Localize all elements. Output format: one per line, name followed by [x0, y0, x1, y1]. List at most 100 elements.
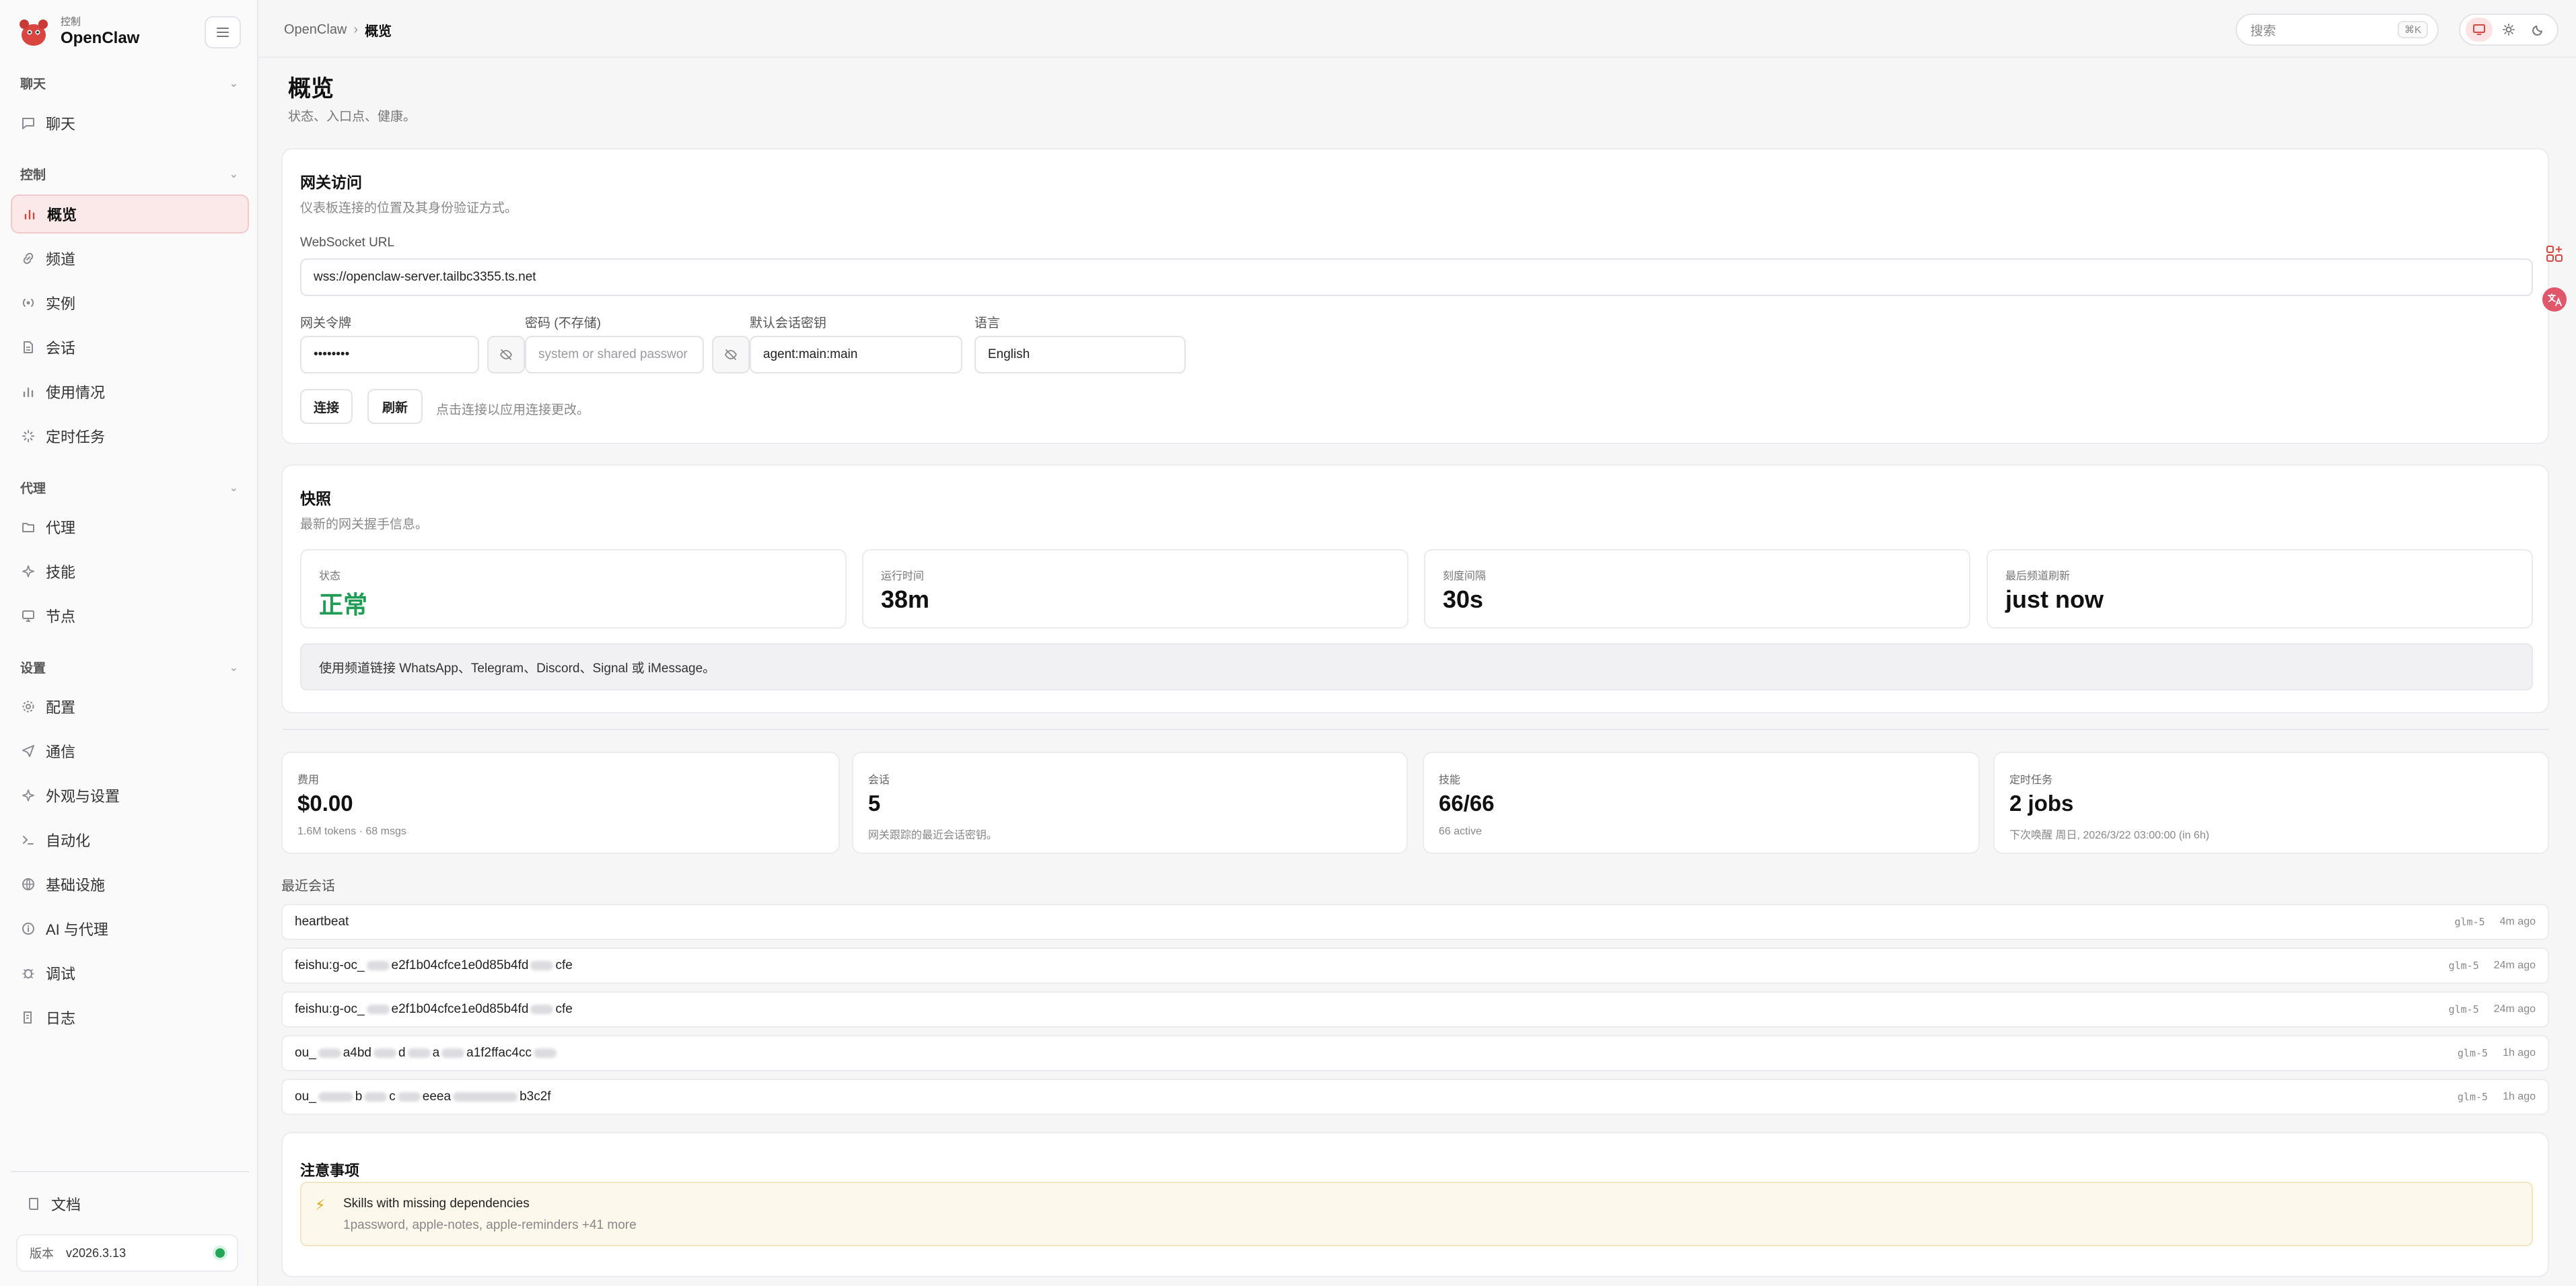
- stat-value: 38m: [881, 585, 930, 613]
- sidebar-divider: [11, 1171, 249, 1172]
- session-row[interactable]: feishu:g-oc_ e2f1b04cfce1e0d85b4fd cfe glm…: [281, 948, 2549, 984]
- sidebar-item-skills[interactable]: 技能: [11, 552, 249, 591]
- sidebar-item-infrastructure[interactable]: 基础设施: [11, 865, 249, 904]
- session-row[interactable]: ou_ a4bd d a a1f2ffac4cc glm-5 1h ago: [281, 1035, 2549, 1071]
- session-key-label: 默认会话密钥: [750, 316, 827, 330]
- metric-cron-jobs: 定时任务 2 jobs 下次唤醒 周日, 2026/3/22 03:00:00 …: [1993, 752, 2549, 854]
- card-description: 最新的网关握手信息。: [300, 517, 429, 532]
- card-title: 注意事项: [300, 1162, 360, 1179]
- bar-chart-icon: [22, 206, 38, 222]
- stat-label: 刻度间隔: [1443, 571, 1487, 582]
- sidebar-item-channels[interactable]: 频道: [11, 239, 249, 278]
- session-time: 24m ago: [2493, 960, 2536, 971]
- globe-icon: [20, 876, 36, 892]
- sidebar-item-label: 通信: [46, 744, 76, 760]
- stat-label: 最后频道刷新: [2005, 571, 2071, 582]
- language-label: 语言: [974, 316, 1001, 330]
- snapshot-card: 快照 最新的网关握手信息。 状态 正常 运行时间 38m 刻度间隔 30s 最后…: [281, 464, 2549, 713]
- warning-title: Skills with missing dependencies: [343, 1196, 530, 1211]
- recent-sessions-title: 最近会话: [281, 879, 335, 894]
- sidebar-item-agents[interactable]: 代理: [11, 507, 249, 546]
- metric-value: 5: [868, 791, 881, 816]
- metric-sessions: 会话 5 网关跟踪的最近会话密钥。: [852, 752, 1408, 854]
- sidebar-item-label: 外观与设置: [46, 788, 120, 805]
- metric-value: 66/66: [1439, 791, 1495, 816]
- metric-sub: 网关跟踪的最近会话密钥。: [868, 830, 998, 841]
- session-key: feishu:g-oc_ e2f1b04cfce1e0d85b4fd cfe: [295, 958, 573, 972]
- moon-icon[interactable]: [2525, 17, 2552, 42]
- eye-off-icon: [724, 349, 738, 360]
- sidebar-item-label: 聊天: [46, 116, 76, 133]
- sidebar-item-communication[interactable]: 通信: [11, 731, 249, 771]
- language-select[interactable]: English: [974, 336, 1186, 373]
- metric-sub: 66 active: [1439, 826, 1482, 837]
- sidebar-item-label: 实例: [46, 295, 76, 312]
- link-icon: [20, 250, 36, 266]
- sidebar-item-nodes[interactable]: 节点: [11, 596, 249, 635]
- sidebar-item-cron[interactable]: 定时任务: [11, 417, 249, 456]
- stat-value: 正常: [319, 591, 368, 618]
- brand[interactable]: 控制 OpenClaw: [16, 15, 139, 50]
- translate-floating-button[interactable]: [2540, 285, 2569, 314]
- version-label: 版本: [30, 1247, 54, 1260]
- docs-link[interactable]: 文档: [16, 1184, 254, 1223]
- brand-name: OpenClaw: [61, 29, 140, 47]
- sidebar-item-label: 基础设施: [46, 877, 106, 894]
- sidebar-item-appearance[interactable]: 外观与设置: [11, 776, 249, 815]
- nav-group-agents[interactable]: 代理 ⌄: [20, 478, 238, 497]
- sidebar-item-automation[interactable]: 自动化: [11, 820, 249, 859]
- websocket-url-input[interactable]: wss://openclaw-server.tailbc3355.ts.net: [300, 258, 2533, 296]
- session-row[interactable]: ou_ b c eeea b3c2f glm-5 1h ago: [281, 1079, 2549, 1115]
- metric-label: 费用: [297, 775, 320, 786]
- chevron-down-icon: ⌄: [229, 662, 238, 674]
- document-icon: [20, 339, 36, 355]
- missing-dependencies-warning[interactable]: ⚡ Skills with missing dependencies 1pass…: [300, 1182, 2533, 1246]
- nav-group-title: 设置: [20, 662, 46, 676]
- sidebar-toggle-button[interactable]: [205, 16, 241, 48]
- session-time: 1h ago: [2503, 1047, 2536, 1059]
- docs-label: 文档: [51, 1196, 81, 1213]
- sun-icon[interactable]: [2495, 17, 2522, 42]
- sidebar-item-ai-agents[interactable]: AI 与代理: [11, 909, 249, 948]
- sidebar-item-usage[interactable]: 使用情况: [11, 372, 249, 411]
- radio-icon: [20, 295, 36, 311]
- nav-group-settings[interactable]: 设置 ⌄: [20, 658, 238, 676]
- password-input[interactable]: system or shared passwor: [525, 336, 704, 373]
- sidebar-item-instances[interactable]: 实例: [11, 283, 249, 322]
- sidebar: 控制 OpenClaw 聊天 ⌄ 聊天 控制 ⌄ 概览 频道 实例 会话 使用情…: [0, 0, 258, 1286]
- session-key-input[interactable]: agent:main:main: [750, 336, 962, 373]
- sidebar-item-logs[interactable]: 日志: [11, 998, 249, 1037]
- nav-group-title: 控制: [20, 168, 46, 182]
- card-title: 快照: [300, 490, 331, 507]
- gateway-token-input[interactable]: ••••••••: [300, 336, 479, 373]
- toggle-password-visibility-button[interactable]: [712, 336, 750, 373]
- sidebar-item-label: 自动化: [46, 832, 91, 849]
- metric-sub: 1.6M tokens · 68 msgs: [297, 826, 406, 837]
- monitor-icon[interactable]: [2466, 17, 2493, 42]
- eye-off-icon: [499, 349, 513, 360]
- sidebar-item-label: 代理: [46, 520, 76, 536]
- session-row[interactable]: heartbeat glm-5 4m ago: [281, 904, 2549, 940]
- breadcrumb-separator: ›: [353, 22, 359, 37]
- page-title: 概览: [288, 76, 334, 102]
- toggle-token-visibility-button[interactable]: [487, 336, 525, 373]
- search-input[interactable]: 搜索 ⌘K: [2235, 13, 2439, 46]
- sidebar-item-debug[interactable]: 调试: [11, 954, 249, 993]
- sidebar-item-sessions[interactable]: 会话: [11, 328, 249, 367]
- breadcrumb-root[interactable]: OpenClaw: [284, 22, 347, 38]
- refresh-button[interactable]: 刷新: [367, 389, 423, 424]
- nav-group-control[interactable]: 控制 ⌄: [20, 165, 238, 183]
- stat-value: 30s: [1443, 585, 1484, 613]
- apps-floating-button[interactable]: [2540, 239, 2569, 269]
- connect-button[interactable]: 连接: [300, 389, 353, 424]
- session-model: glm-5: [2457, 1091, 2489, 1103]
- sidebar-item-overview[interactable]: 概览: [11, 194, 249, 234]
- session-key: ou_ b c eeea b3c2f: [295, 1089, 551, 1104]
- nav-group-title: 聊天: [20, 77, 46, 92]
- nav-group-chat[interactable]: 聊天 ⌄: [20, 74, 238, 92]
- sidebar-item-chat[interactable]: 聊天: [11, 104, 249, 143]
- stat-label: 状态: [319, 571, 341, 582]
- terminal-icon: [20, 832, 36, 848]
- session-row[interactable]: feishu:g-oc_ e2f1b04cfce1e0d85b4fd cfe glm…: [281, 991, 2549, 1028]
- sidebar-item-config[interactable]: 配置: [11, 687, 249, 726]
